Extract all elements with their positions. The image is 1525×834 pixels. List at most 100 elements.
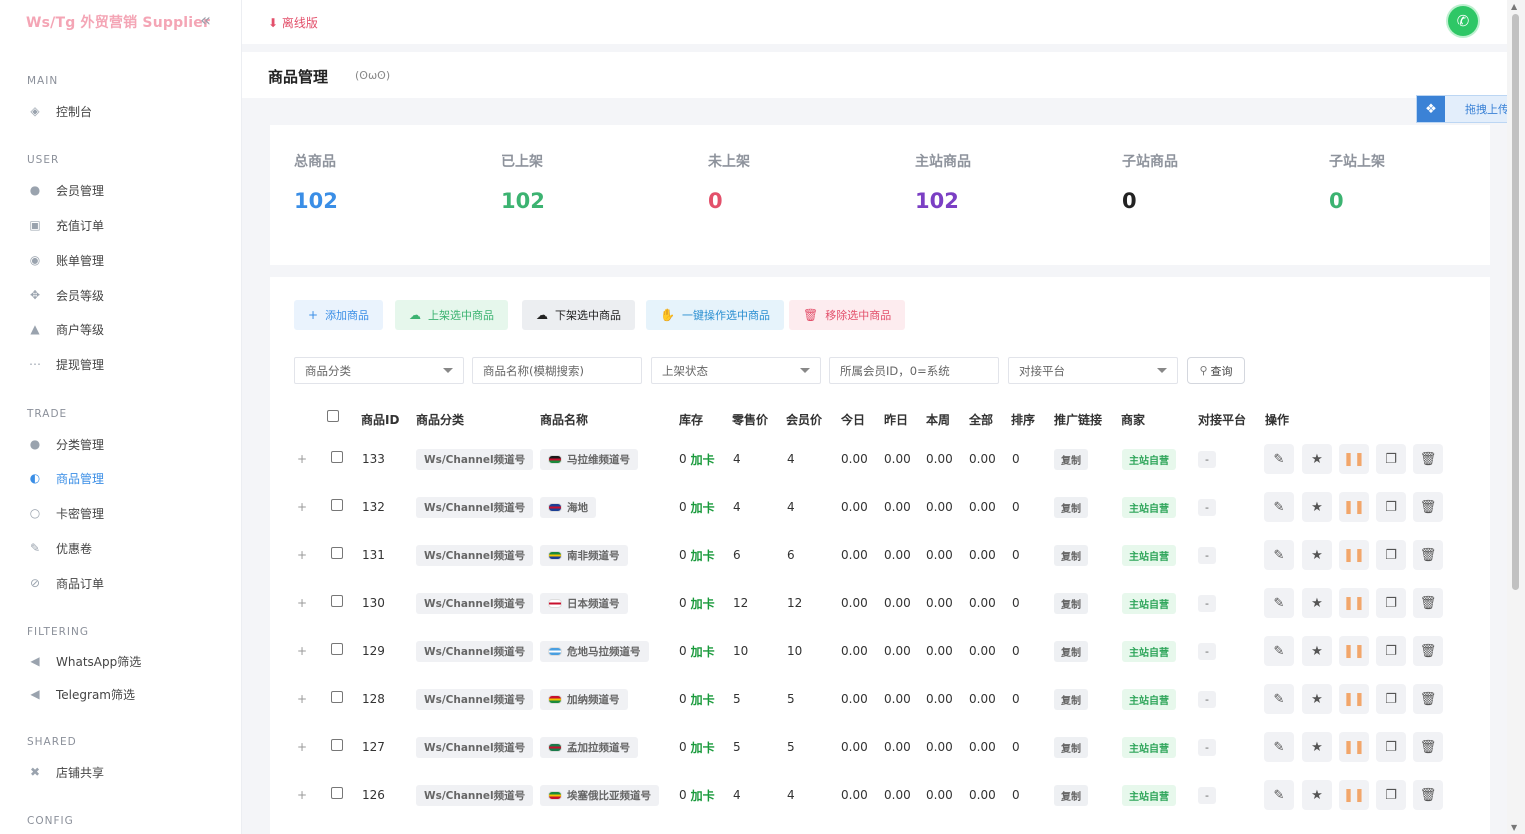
unshelve-selected-button[interactable]: ☁ 下架选中商品 <box>522 300 635 330</box>
sidebar-item-recharge[interactable]: ▣ 充值订单 <box>27 214 217 236</box>
sidebar-item-category[interactable]: ● 分类管理 <box>27 433 217 455</box>
delete-button[interactable]: 🗑 <box>1413 540 1443 570</box>
edit-button[interactable]: ✎ <box>1264 540 1294 570</box>
sidebar-item-orders[interactable]: ⊘ 商品订单 <box>27 572 217 594</box>
delete-button[interactable]: 🗑 <box>1413 636 1443 666</box>
edit-button[interactable]: ✎ <box>1264 732 1294 762</box>
edit-button[interactable]: ✎ <box>1264 588 1294 618</box>
pause-button[interactable]: ❚❚ <box>1339 732 1369 762</box>
add-card-link[interactable]: 加卡 <box>691 547 715 564</box>
duplicate-button[interactable]: ❐ <box>1376 732 1406 762</box>
add-card-link[interactable]: 加卡 <box>691 499 715 516</box>
member-id-input[interactable]: 所属会员ID，0=系统 <box>829 357 999 384</box>
pause-button[interactable]: ❚❚ <box>1339 684 1369 714</box>
duplicate-button[interactable]: ❐ <box>1376 492 1406 522</box>
copy-link-button[interactable]: 复制 <box>1054 784 1088 806</box>
row-checkbox[interactable] <box>331 675 343 723</box>
delete-button[interactable]: 🗑 <box>1413 492 1443 522</box>
favorite-button[interactable]: ★ <box>1302 684 1332 714</box>
collapse-sidebar-icon[interactable]: « <box>200 10 211 31</box>
row-checkbox[interactable] <box>331 723 343 771</box>
add-card-link[interactable]: 加卡 <box>691 595 715 612</box>
favorite-button[interactable]: ★ <box>1302 732 1332 762</box>
shelve-selected-button[interactable]: ☁ 上架选中商品 <box>395 300 508 330</box>
delete-button[interactable]: 🗑 <box>1413 780 1443 810</box>
edit-button[interactable]: ✎ <box>1264 636 1294 666</box>
pause-button[interactable]: ❚❚ <box>1339 540 1369 570</box>
duplicate-button[interactable]: ❐ <box>1376 684 1406 714</box>
pause-button[interactable]: ❚❚ <box>1339 588 1369 618</box>
expand-row-icon[interactable]: + <box>297 675 307 723</box>
sidebar-item-share[interactable]: ✖ 店铺共享 <box>27 761 217 783</box>
copy-link-button[interactable]: 复制 <box>1054 496 1088 518</box>
sidebar-item-goods[interactable]: ◐ 商品管理 <box>27 467 217 489</box>
copy-link-button[interactable]: 复制 <box>1054 736 1088 758</box>
delete-button[interactable]: 🗑 <box>1413 732 1443 762</box>
expand-row-icon[interactable]: + <box>297 723 307 771</box>
pause-button[interactable]: ❚❚ <box>1339 636 1369 666</box>
scroll-down-icon[interactable]: ▼ <box>1511 823 1517 832</box>
page-scrollbar[interactable]: ▲ ▼ <box>1507 0 1525 834</box>
expand-row-icon[interactable]: + <box>297 435 307 483</box>
delete-button[interactable]: 🗑 <box>1413 444 1443 474</box>
row-checkbox[interactable] <box>331 579 343 627</box>
favorite-button[interactable]: ★ <box>1302 780 1332 810</box>
duplicate-button[interactable]: ❐ <box>1376 636 1406 666</box>
goods-name-input[interactable]: 商品名称(模糊搜索) <box>472 357 642 384</box>
sidebar-item-bills[interactable]: ◉ 账单管理 <box>27 249 217 271</box>
sidebar-item-coupon[interactable]: ✎ 优惠卷 <box>27 537 217 559</box>
pause-button[interactable]: ❚❚ <box>1339 780 1369 810</box>
sidebar-item-telegram[interactable]: ◀ Telegram筛选 <box>27 683 217 705</box>
copy-link-button[interactable]: 复制 <box>1054 688 1088 710</box>
add-card-link[interactable]: 加卡 <box>691 787 715 804</box>
pause-button[interactable]: ❚❚ <box>1339 492 1369 522</box>
favorite-button[interactable]: ★ <box>1302 492 1332 522</box>
query-button[interactable]: ⚲ 查询 <box>1187 357 1245 384</box>
offline-link[interactable]: ⬇ 离线版 <box>268 14 318 31</box>
scrollbar-thumb[interactable] <box>1512 14 1519 590</box>
select-all-checkbox[interactable] <box>327 410 339 422</box>
sidebar-item-withdraw[interactable]: ⋯ 提现管理 <box>27 353 217 375</box>
platform-select[interactable]: 对接平台 <box>1008 357 1178 384</box>
edit-button[interactable]: ✎ <box>1264 780 1294 810</box>
copy-link-button[interactable]: 复制 <box>1054 640 1088 662</box>
expand-row-icon[interactable]: + <box>297 579 307 627</box>
sidebar-item-member-level[interactable]: ✥ 会员等级 <box>27 284 217 306</box>
brand-logo[interactable]: Ws/Tg 外贸营销 Supplier <box>26 12 210 32</box>
status-select[interactable]: 上架状态 <box>651 357 821 384</box>
duplicate-button[interactable]: ❐ <box>1376 444 1406 474</box>
sidebar-item-dashboard[interactable]: ◈ 控制台 <box>27 100 217 122</box>
expand-row-icon[interactable]: + <box>297 531 307 579</box>
edit-button[interactable]: ✎ <box>1264 444 1294 474</box>
duplicate-button[interactable]: ❐ <box>1376 780 1406 810</box>
expand-row-icon[interactable]: + <box>297 627 307 675</box>
delete-button[interactable]: 🗑 <box>1413 684 1443 714</box>
add-card-link[interactable]: 加卡 <box>691 451 715 468</box>
copy-link-button[interactable]: 复制 <box>1054 592 1088 614</box>
favorite-button[interactable]: ★ <box>1302 636 1332 666</box>
add-goods-button[interactable]: + 添加商品 <box>294 300 384 330</box>
sidebar-item-merchant-level[interactable]: ▲ 商户等级 <box>27 318 217 340</box>
row-checkbox[interactable] <box>331 531 343 579</box>
row-checkbox[interactable] <box>331 627 343 675</box>
add-card-link[interactable]: 加卡 <box>691 643 715 660</box>
duplicate-button[interactable]: ❐ <box>1376 588 1406 618</box>
add-card-link[interactable]: 加卡 <box>691 739 715 756</box>
copy-link-button[interactable]: 复制 <box>1054 448 1088 470</box>
sidebar-item-whatsapp[interactable]: ◀ WhatsApp筛选 <box>27 650 217 672</box>
row-checkbox[interactable] <box>331 435 343 483</box>
scroll-up-icon[interactable]: ▲ <box>1511 2 1517 11</box>
add-card-link[interactable]: 加卡 <box>691 691 715 708</box>
favorite-button[interactable]: ★ <box>1302 588 1332 618</box>
row-checkbox[interactable] <box>331 483 343 531</box>
edit-button[interactable]: ✎ <box>1264 684 1294 714</box>
row-checkbox[interactable] <box>331 771 343 819</box>
copy-link-button[interactable]: 复制 <box>1054 544 1088 566</box>
pause-button[interactable]: ❚❚ <box>1339 444 1369 474</box>
remove-selected-button[interactable]: 🗑 移除选中商品 <box>789 300 906 330</box>
edit-button[interactable]: ✎ <box>1264 492 1294 522</box>
expand-row-icon[interactable]: + <box>297 483 307 531</box>
category-select[interactable]: 商品分类 <box>294 357 464 384</box>
favorite-button[interactable]: ★ <box>1302 540 1332 570</box>
batch-action-button[interactable]: ✋ 一键操作选中商品 <box>646 300 784 330</box>
